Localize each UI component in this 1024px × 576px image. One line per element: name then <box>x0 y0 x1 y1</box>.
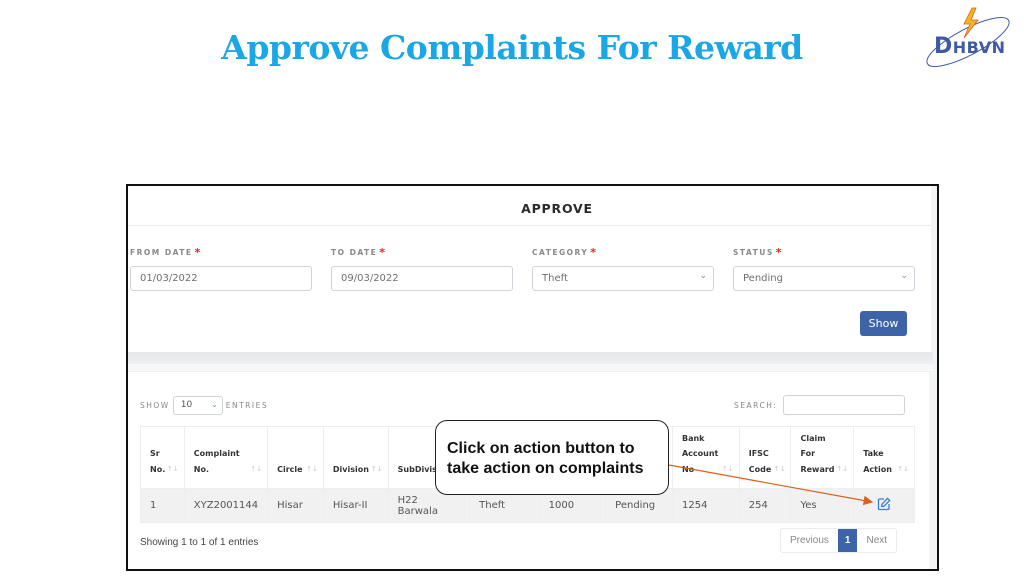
entries-label: ENTRIES <box>225 401 269 410</box>
page-1-button[interactable]: 1 <box>837 529 858 552</box>
status-value: Pending <box>743 273 783 284</box>
to-date-input[interactable]: 09/03/2022 <box>331 266 513 291</box>
column-header-ifsc-code[interactable]: IFSC Code ↑↓ <box>738 426 792 489</box>
required-asterisk: * <box>194 246 202 259</box>
pagination: Previous 1 Next <box>780 528 898 553</box>
table-search: SEARCH: <box>734 395 906 415</box>
entries-length-select[interactable]: 10 ⌄ <box>172 396 223 415</box>
app-screenshot-frame: APPROVE FROM DATE * 01/03/2022 TO DATE * 0… <box>126 184 939 571</box>
form-header: APPROVE <box>128 186 931 226</box>
to-date-field: TO DATE * 09/03/2022 <box>331 246 513 291</box>
logo-text: DHBVN <box>934 34 1006 59</box>
required-asterisk: * <box>379 246 387 259</box>
cell-circle: Hisar <box>267 488 324 523</box>
approve-form-card: APPROVE FROM DATE * 01/03/2022 TO DATE * 0… <box>128 186 931 354</box>
required-asterisk: * <box>590 246 598 259</box>
column-header-bank-account-no[interactable]: Bank Account No ↑↓ <box>671 426 740 489</box>
category-select[interactable]: Theft ⌄ <box>532 266 714 291</box>
column-header-circle[interactable]: Circle ↑↓ <box>267 426 324 489</box>
from-date-field: FROM DATE * 01/03/2022 <box>130 246 312 291</box>
column-header-claim-for-reward[interactable]: Claim For Reward ↑↓ <box>790 426 855 489</box>
sort-icon: ↑↓ <box>897 464 909 473</box>
dhbvn-logo: DHBVN <box>920 4 1016 70</box>
chevron-down-icon: ⌄ <box>211 400 218 409</box>
category-field: CATEGORY * Theft ⌄ <box>532 246 714 291</box>
sort-icon: ↑↓ <box>721 464 734 473</box>
show-button[interactable]: Show <box>860 311 907 336</box>
sort-icon: ↑↓ <box>250 464 263 473</box>
search-input[interactable] <box>783 395 906 415</box>
sort-icon: ↑↓ <box>370 464 383 473</box>
callout-line-2: take action on complaints <box>447 460 644 477</box>
search-label: SEARCH: <box>734 400 778 410</box>
to-date-label: TO DATE <box>331 248 378 257</box>
status-label: STATUS <box>733 248 774 257</box>
table-info: Showing 1 to 1 of 1 entries <box>140 537 259 548</box>
column-header-take-action[interactable]: Take Action ↑↓ <box>853 426 915 489</box>
column-header-sr-no[interactable]: Sr No. ↑↓ <box>140 426 185 489</box>
show-label: SHOW <box>140 401 170 410</box>
from-date-input[interactable]: 01/03/2022 <box>130 266 312 291</box>
instruction-callout: Click on action button to take action on… <box>435 420 669 495</box>
column-header-complaint-no[interactable]: Complaint No. ↑↓ <box>183 426 269 489</box>
cell-complaint-no: XYZ2001144 <box>183 488 269 523</box>
sort-icon: ↑↓ <box>306 464 318 473</box>
slide-title: Approve Complaints For Reward <box>221 28 803 67</box>
edit-icon[interactable] <box>877 497 891 511</box>
status-select[interactable]: Pending ⌄ <box>733 266 915 291</box>
status-field: STATUS * Pending ⌄ <box>733 246 915 291</box>
cell-bank-account-no: 1254 <box>671 488 740 523</box>
callout-line-1: Click on action button to <box>447 440 635 457</box>
cell-claim-for-reward: Yes <box>790 488 855 523</box>
cell-ifsc-code: 254 <box>738 488 792 523</box>
chevron-down-icon: ⌄ <box>900 271 908 281</box>
required-asterisk: * <box>775 246 784 259</box>
sort-icon: ↑↓ <box>836 464 849 473</box>
from-date-label: FROM DATE <box>130 248 193 257</box>
previous-page-button[interactable]: Previous <box>781 529 838 552</box>
cell-division: Hisar-II <box>322 488 389 523</box>
section-divider <box>128 352 933 364</box>
sort-icon: ↑↓ <box>167 464 179 473</box>
cell-sr-no: 1 <box>140 488 185 523</box>
cell-take-action <box>853 488 915 523</box>
chevron-down-icon: ⌄ <box>699 271 707 281</box>
next-page-button[interactable]: Next <box>857 529 896 552</box>
section-divider <box>128 364 933 372</box>
column-header-division[interactable]: Division ↑↓ <box>322 426 389 489</box>
category-label: CATEGORY <box>532 248 589 257</box>
category-value: Theft <box>542 273 568 284</box>
entries-length-control: SHOW 10 ⌄ ENTRIES <box>140 396 268 415</box>
sort-icon: ↑↓ <box>773 464 786 473</box>
entries-length-value: 10 <box>180 400 193 410</box>
